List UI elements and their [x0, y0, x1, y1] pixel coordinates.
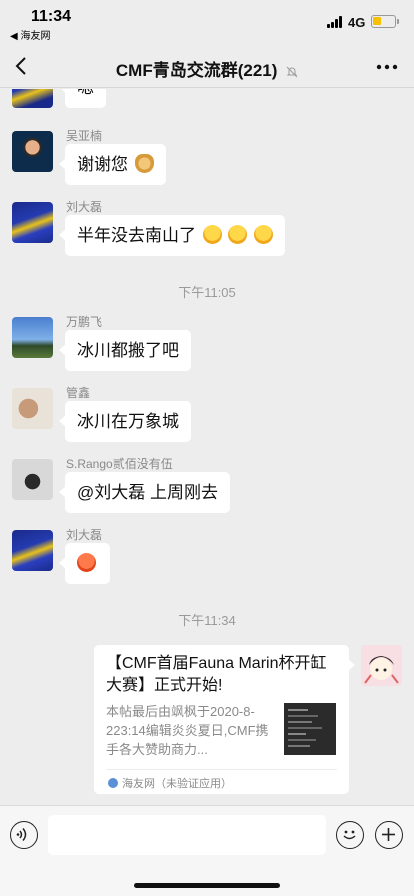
message-text: 谢谢您 [77, 155, 128, 174]
sender-name: 刘大磊 [66, 200, 103, 214]
signal-icon [327, 16, 344, 28]
group-name: CMF青岛交流群(221) [115, 61, 278, 80]
avatar[interactable] [12, 202, 53, 243]
voice-input-button[interactable] [10, 821, 38, 849]
message-bubble[interactable]: 谢谢您 [59, 144, 166, 185]
avatar[interactable] [12, 131, 53, 172]
mute-bell-icon [286, 66, 298, 77]
avatar[interactable] [12, 530, 53, 571]
avatar[interactable] [12, 317, 53, 358]
message-bubble[interactable]: 半年没去南山了 [58, 215, 286, 256]
message-text: 半年没去南山了 [77, 226, 196, 245]
avatar[interactable] [12, 459, 53, 500]
battery-icon [371, 15, 399, 28]
time-separator: 下午11:34 [178, 613, 236, 628]
sender-name: S.Rango贰佰没有伍 [66, 457, 173, 471]
angry-face-icon [77, 553, 96, 572]
status-time: 11:34 [31, 8, 72, 25]
app-source-icon [108, 778, 118, 788]
more-options-icon[interactable] [376, 64, 398, 70]
smiley-icon [343, 830, 356, 840]
chat-header: CMF青岛交流群(221) [0, 44, 414, 88]
message-bubble[interactable] [59, 543, 110, 584]
praying-hands-icon [134, 154, 154, 173]
more-functions-button[interactable] [375, 821, 403, 849]
voice-icon [16, 828, 27, 841]
chat-message-list[interactable]: 嗯 吴亚楠 谢谢您 刘大磊 半年没去南山了 下午11:05 万鹏飞 冰川都搬了吧… [0, 89, 414, 805]
chat-title: CMF青岛交流群(221) [0, 56, 414, 81]
sender-name: 吴亚楠 [66, 129, 103, 143]
link-card-title: 【CMF首届Fauna Marin杯开缸大赛】正式开始! [106, 655, 327, 694]
link-card-description: 本帖最后由飒枫于2020-8-223:14编辑炎炎夏日,CMF携手各大赞助商力.… [106, 704, 269, 757]
my-avatar[interactable] [361, 645, 402, 686]
link-card-source: 海友网（未验证应用） [108, 775, 232, 791]
link-card-thumbnail [284, 703, 336, 755]
time-separator: 下午11:05 [178, 285, 236, 300]
network-type: 4G [348, 15, 366, 30]
message-bubble[interactable]: 冰川在万象城 [59, 401, 191, 442]
sender-name: 万鹏飞 [66, 315, 103, 329]
message-bubble[interactable]: @刘大磊 上周刚去 [59, 472, 230, 513]
input-bar [0, 805, 414, 896]
avatar[interactable] [12, 89, 53, 108]
divider [106, 769, 337, 770]
message-bubble[interactable]: 嗯 [59, 89, 106, 108]
home-indicator[interactable] [134, 883, 280, 888]
laughing-tears-icon [202, 225, 222, 244]
laughing-tears-icon [254, 225, 274, 244]
message-input[interactable] [48, 815, 326, 855]
avatar[interactable] [12, 388, 53, 429]
sender-name: 刘大磊 [66, 528, 103, 542]
status-bar: 11:34 ◀ 海友网 4G [0, 0, 414, 44]
message-bubble[interactable]: 冰川都搬了吧 [59, 330, 191, 371]
link-card[interactable]: 【CMF首届Fauna Marin杯开缸大赛】正式开始! 本帖最后由飒枫于202… [94, 645, 355, 794]
laughing-tears-icon [228, 225, 248, 244]
plus-icon [382, 828, 395, 841]
link-card-source-label: 海友网（未验证应用） [122, 778, 232, 790]
emoji-button[interactable] [336, 821, 364, 849]
back-to-app-link[interactable]: ◀ 海友网 [10, 27, 50, 42]
sender-name: 管鑫 [66, 386, 91, 400]
